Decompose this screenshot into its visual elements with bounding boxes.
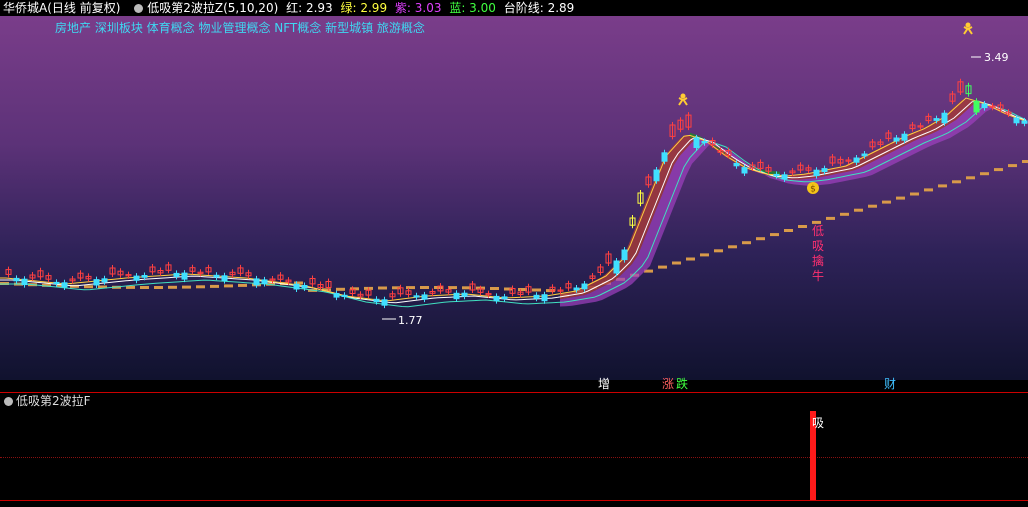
step-segment [448, 286, 457, 290]
step-segment [868, 204, 877, 208]
svg-text:$: $ [810, 185, 816, 195]
step-segment [840, 212, 849, 216]
purple-value: 紫: 3.03 [394, 1, 442, 15]
step-segment [784, 229, 793, 232]
subchart-gridline [0, 457, 1028, 458]
step-segment [84, 285, 93, 289]
step-segment [742, 241, 751, 245]
step-segment [854, 208, 863, 212]
step-segment [826, 216, 835, 220]
signal-char: 牛 [812, 268, 824, 283]
signal-text: 低 吸 擒 牛 [812, 224, 824, 283]
indicator-name[interactable]: 低吸第2波拉Z(5,10,20) [147, 1, 278, 15]
marker-cai[interactable]: 财 [884, 376, 896, 392]
step-segment [224, 284, 233, 288]
high-price-label: 3.49 [984, 51, 1009, 64]
step-segment [686, 257, 695, 261]
indicator-menu-icon[interactable] [4, 397, 13, 406]
purple-ribbon [560, 103, 1028, 307]
step-segment [798, 225, 807, 228]
step-segment [490, 287, 499, 290]
step-segment [406, 286, 415, 290]
step-segment [154, 286, 163, 289]
marker-zeng[interactable]: 增 [598, 376, 610, 392]
main-chart-area[interactable]: 房地产 深圳板块 体育概念 物业管理概念 NFT概念 新型城镇 旅游概念 $ 3… [0, 16, 1028, 380]
signal-char: 吸 [812, 239, 824, 253]
step-segment [1022, 160, 1028, 163]
step-segment [168, 285, 177, 289]
signal-char: 低 [812, 224, 824, 238]
ma-short-line [0, 97, 1027, 302]
subchart-header: 低吸第2波拉F [0, 393, 91, 409]
runner-icon [963, 22, 973, 35]
step-segment [994, 168, 1003, 172]
signal-char: 擒 [812, 253, 824, 268]
candlesticks [5, 78, 1028, 309]
money-bag-icon: $ [807, 182, 819, 195]
step-segment [980, 172, 989, 176]
step-segment [140, 286, 149, 289]
step-segment [924, 188, 933, 192]
step-segment [672, 261, 681, 265]
step-segment [336, 287, 345, 291]
indicator-menu-icon[interactable] [134, 4, 144, 13]
step-segment [910, 192, 919, 196]
step-segment [714, 249, 723, 253]
step-segment [756, 237, 765, 241]
green-value: 绿: 2.99 [340, 1, 388, 15]
subchart-title[interactable]: 低吸第2波拉F [16, 394, 91, 408]
marker-zhang[interactable]: 涨 [662, 376, 674, 392]
step-segment [210, 284, 219, 288]
runner-icon [678, 93, 688, 106]
blue-value: 蓝: 3.00 [449, 1, 496, 15]
ma-mid-line [0, 100, 1027, 304]
period-label[interactable]: (日线 前复权) [47, 1, 120, 15]
event-markers: 增 涨 跌 财 [0, 376, 1028, 392]
step-segment [882, 200, 891, 204]
step-segment [1008, 164, 1017, 168]
step-segment [896, 196, 905, 200]
panel-divider [0, 392, 1028, 393]
step-segment [420, 286, 429, 289]
step-segment [728, 245, 737, 249]
low-price-label: 1.77 [398, 314, 423, 327]
step-segment [952, 180, 961, 184]
marker-die[interactable]: 跌 [676, 376, 688, 392]
stock-name[interactable]: 华侨城A [3, 1, 47, 15]
step-segment [658, 265, 667, 269]
step-line-value: 台阶线: 2.89 [503, 1, 575, 15]
step-segment [770, 233, 779, 237]
step-segment [378, 286, 387, 290]
chart-header: 华侨城A(日线 前复权) 低吸第2波拉Z(5,10,20) 红: 2.93 绿:… [0, 0, 1028, 16]
kline-chart[interactable]: $ 3.49 1.77 低 吸 擒 牛 [0, 16, 1028, 380]
step-segment [938, 184, 947, 188]
step-segment [504, 287, 513, 291]
step-segment [196, 285, 205, 289]
step-segment [532, 288, 541, 292]
step-segment [182, 285, 191, 289]
panel-divider [0, 500, 1028, 501]
step-segment [700, 253, 709, 257]
signal-bar-label: 吸 [812, 416, 825, 430]
step-segment [966, 176, 975, 180]
step-segment [238, 283, 247, 287]
red-value: 红: 2.93 [286, 1, 333, 15]
